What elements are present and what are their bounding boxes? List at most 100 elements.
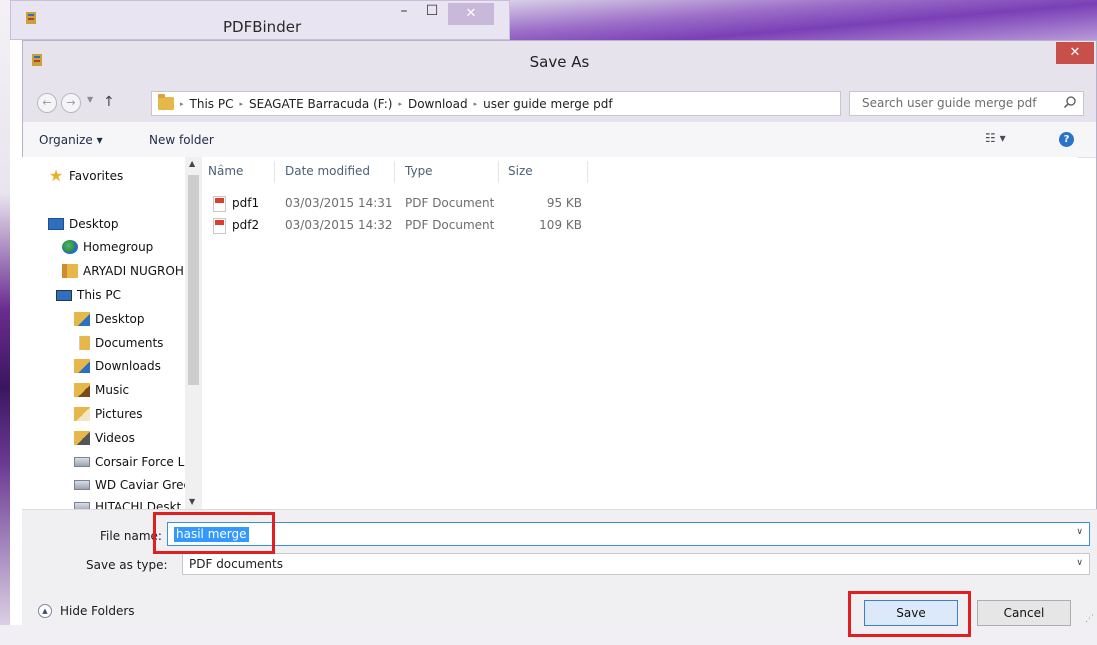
desktop-icon [48,218,64,230]
hide-folders-button[interactable]: ▲ Hide Folders [38,602,135,620]
save-type-label: Save as type: [86,558,168,572]
up-button[interactable]: ↑ [103,94,115,110]
scroll-up-icon[interactable]: ▲ [189,159,195,168]
new-folder-button[interactable]: New folder [149,133,214,147]
column-divider[interactable] [274,161,275,183]
documents-folder-icon [74,336,90,350]
pdfbinder-window[interactable]: PDFBinder – ☐ ✕ [10,0,510,40]
sidebar-item-desktop[interactable]: Desktop [48,214,119,234]
music-folder-icon [74,383,90,397]
breadcrumb-item-download[interactable]: Download [408,97,468,111]
file-list: ^ Name Date modified Type Size pdf1 03/0… [202,157,1077,509]
sidebar-item-downloads[interactable]: Downloads [74,356,161,376]
table-row[interactable]: pdf1 03/03/2015 14:31 PDF Document 95 KB [202,193,602,215]
sidebar-item-label: Desktop [95,312,145,326]
change-view-button[interactable]: ☷ ▾ [985,131,1006,145]
drive-icon [74,480,90,490]
search-icon[interactable] [1063,95,1077,109]
sidebar-item-label: Downloads [95,359,161,373]
annotation-highlight-file-name [153,512,275,554]
column-header-label: Name [208,164,244,178]
column-header-date-modified[interactable]: Date modified [285,164,370,178]
sidebar-item-videos[interactable]: Videos [74,428,135,448]
sidebar-item-documents[interactable]: Documents [74,333,163,353]
star-icon: ★ [48,166,64,185]
forward-button[interactable]: → [61,93,81,113]
save-type-value: PDF documents [189,557,283,571]
collapse-up-icon: ▲ [38,604,52,618]
column-divider[interactable] [587,161,588,183]
toolbar: Organize ▾ New folder ☷ ▾ ? [23,122,1096,158]
recent-locations-chevron-icon[interactable]: ▼ [87,95,93,104]
breadcrumb-separator-icon: ▸ [239,99,243,108]
cancel-button[interactable]: Cancel [977,600,1071,626]
file-date: 03/03/2015 14:32 [285,218,393,232]
save-type-chevron-down-icon[interactable]: ∨ [1076,558,1083,568]
breadcrumb-item-drive[interactable]: SEAGATE Barracuda (F:) [249,97,392,111]
navigation-scrollbar[interactable]: ▲ ▼ [185,157,202,509]
sidebar-item-drive-wd[interactable]: WD Caviar Gree [74,475,191,495]
breadcrumb: ▸ This PC ▸ SEAGATE Barracuda (F:) ▸ Dow… [158,92,613,115]
videos-folder-icon [74,431,90,445]
file-size: 109 KB [539,218,582,232]
help-icon[interactable]: ? [1059,132,1074,147]
sidebar-item-label: Pictures [95,407,143,421]
column-header-name[interactable]: ^ Name [208,164,243,178]
save-type-select[interactable]: PDF documents ∨ [182,553,1090,575]
close-button[interactable]: ✕ [448,3,494,25]
hide-folders-label: Hide Folders [60,604,135,618]
user-folder-icon [62,264,78,278]
sidebar-item-drive-hitachi[interactable]: HITACHI Deskt [74,497,181,509]
folder-icon [158,94,174,110]
homegroup-icon [62,240,78,254]
maximize-button[interactable]: ☐ [419,3,445,25]
breadcrumb-separator-icon: ▸ [180,99,184,108]
minimize-button[interactable]: – [391,3,417,25]
sidebar-item-drive-corsair[interactable]: Corsair Force L [74,452,184,472]
sidebar-item-label: Documents [95,336,164,350]
breadcrumb-separator-icon: ▸ [473,99,478,108]
drive-icon [74,457,90,467]
column-header-type[interactable]: Type [405,164,433,178]
column-header-size[interactable]: Size [508,164,533,178]
search-input[interactable]: Search user guide merge pdf [862,96,1036,110]
navigation-pane: ★ Favorites Desktop Homegroup ARYADI NUG… [22,157,204,509]
file-type: PDF Document [405,218,495,232]
file-date: 03/03/2015 14:31 [285,196,393,210]
computer-icon [56,289,72,301]
pdf-file-icon [213,196,226,212]
sidebar-item-music[interactable]: Music [74,380,129,400]
address-bar[interactable]: ▸ This PC ▸ SEAGATE Barracuda (F:) ▸ Dow… [151,91,955,116]
pictures-folder-icon [74,407,90,421]
file-name-chevron-down-icon[interactable]: ∨ [1076,527,1083,537]
table-row[interactable]: pdf2 03/03/2015 14:32 PDF Document 109 K… [202,215,602,237]
resize-grip-icon[interactable]: ⋰ [1085,614,1094,624]
dialog-close-button[interactable]: ✕ [1056,42,1094,64]
sidebar-item-pictures[interactable]: Pictures [74,404,143,424]
address-row: ← → ▼ ↑ ▸ This PC ▸ SEAGATE Barracuda (F… [23,84,1096,122]
scroll-down-icon[interactable]: ▼ [189,497,195,506]
pdf-file-icon [213,218,226,234]
organize-menu-button[interactable]: Organize ▾ [39,133,103,147]
sidebar-item-pc-desktop[interactable]: Desktop [74,309,145,329]
search-box[interactable]: Search user guide merge pdf [849,91,1084,116]
pdfbinder-app-icon [25,11,37,28]
scrollbar-thumb[interactable] [188,175,199,385]
file-name-field[interactable]: hasil merge ∨ [167,522,1090,546]
pdfbinder-title: PDFBinder [223,18,302,36]
back-button[interactable]: ← [37,93,57,113]
column-divider[interactable] [498,161,499,183]
sidebar-item-favorites[interactable]: ★ Favorites [48,166,123,186]
breadcrumb-item-this-pc[interactable]: This PC [190,97,234,111]
file-name: pdf2 [232,218,260,232]
breadcrumb-item-current[interactable]: user guide merge pdf [483,97,612,111]
dialog-titlebar[interactable]: Save As ✕ [23,41,1096,84]
sidebar-item-user[interactable]: ARYADI NUGROH [62,261,184,281]
column-divider[interactable] [394,161,395,183]
desktop-background [0,0,10,645]
sidebar-item-label: Music [95,383,130,397]
sidebar-item-label: Favorites [69,169,124,183]
sidebar-item-homegroup[interactable]: Homegroup [62,237,153,257]
sidebar-item-this-pc[interactable]: This PC [56,285,121,305]
file-size: 95 KB [546,196,582,210]
